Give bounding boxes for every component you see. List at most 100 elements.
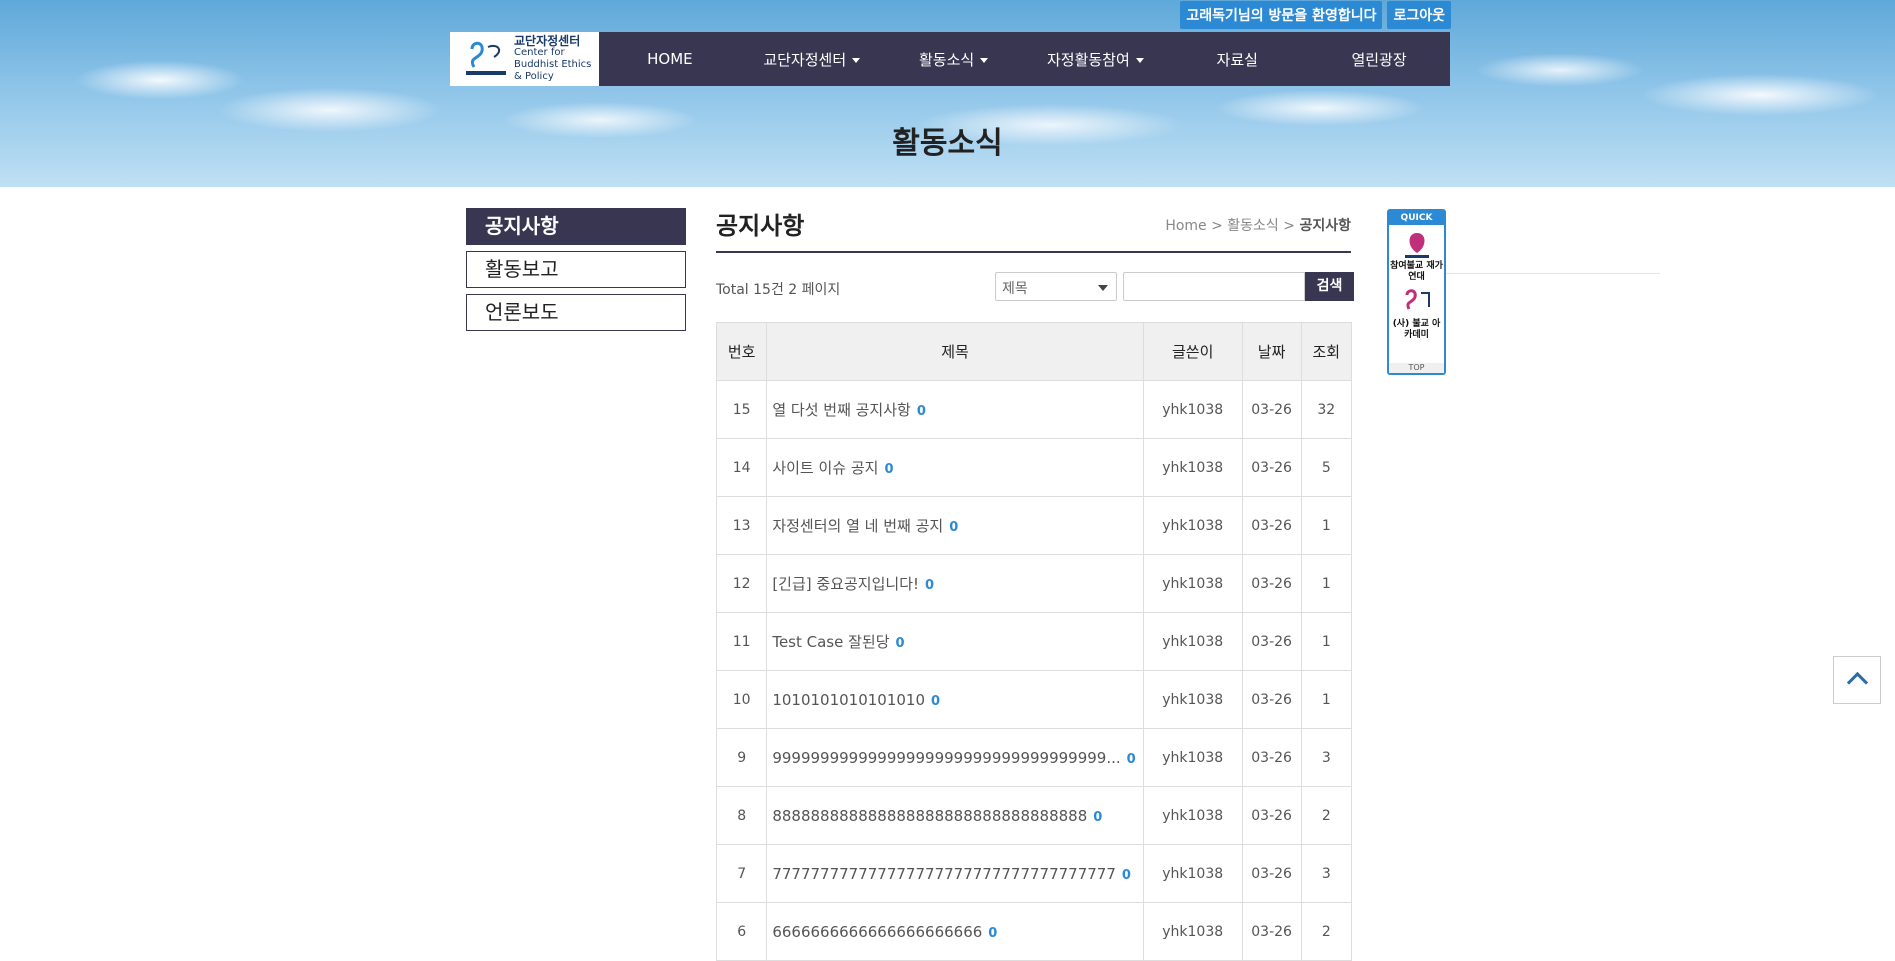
nav-label: HOME <box>647 50 693 68</box>
cell-author: yhk1038 <box>1142 496 1243 555</box>
quick-link-2[interactable]: (사) 불교 아카데미 <box>1389 319 1444 341</box>
chevron-down-icon <box>980 57 989 63</box>
search-button[interactable]: 검색 <box>1305 272 1354 301</box>
comment-count: 0 <box>1126 751 1136 767</box>
breadcrumb-home[interactable]: Home <box>1165 218 1206 234</box>
post-title-link[interactable]: 888888888888888888888888888888888 <box>772 807 1087 825</box>
cell-date: 03-26 <box>1241 670 1302 729</box>
cell-no: 14 <box>715 438 768 497</box>
cell-author: yhk1038 <box>1142 612 1243 671</box>
logo-emblem-icon <box>464 39 508 79</box>
cell-views: 1 <box>1300 670 1353 729</box>
comment-count: 0 <box>988 925 998 941</box>
cell-author: yhk1038 <box>1142 786 1243 845</box>
nav-item-center[interactable]: 교단자정센터 <box>741 49 883 70</box>
post-title-link[interactable]: 6666666666666666666666 <box>772 923 982 941</box>
sidebar-item-press[interactable]: 언론보도 <box>466 294 686 331</box>
page-hero-title: 활동소식 <box>892 126 1003 161</box>
post-title-link[interactable]: 사이트 이슈 공지 <box>772 459 878 477</box>
site-logo[interactable]: 교단자정센터 Center for Buddhist Ethics & Poli… <box>450 32 599 86</box>
cell-no: 6 <box>715 902 768 961</box>
table-row: 7 777777777777777777777777777777777777 0 yh… <box>715 844 1353 903</box>
logo-title: 교단자정센터 <box>514 34 581 48</box>
comment-count: 0 <box>925 578 935 593</box>
post-title-link[interactable]: 99999999999999999999999999999999999... <box>772 749 1120 767</box>
breadcrumb-section[interactable]: 활동소식 <box>1227 218 1279 234</box>
post-title-link[interactable]: Test Case 잘된당 <box>772 633 889 651</box>
welcome-badge: 고래독기님의 방문을 환영합니다 <box>1180 1 1383 29</box>
scroll-top-button[interactable] <box>1833 656 1881 704</box>
chevron-down-icon <box>1135 57 1144 63</box>
cell-date: 03-26 <box>1241 496 1302 555</box>
table-row: 8 888888888888888888888888888888888 0 yhk10… <box>715 786 1353 845</box>
nav-item-participate[interactable]: 자정활동참여 <box>1024 49 1166 70</box>
nav-label: 활동소식 <box>918 50 975 69</box>
table-row: 6 6666666666666666666666 0 yhk1038 03-26 2 <box>715 902 1353 961</box>
post-title-link[interactable]: 자정센터의 열 네 번째 공지 <box>772 517 943 535</box>
comment-count: 0 <box>916 404 926 419</box>
cell-views: 1 <box>1300 612 1353 671</box>
post-title-link[interactable]: 777777777777777777777777777777777777 <box>772 865 1116 883</box>
sidebar: 공지사항 활동보고 언론보도 <box>466 208 686 337</box>
sidebar-item-notice[interactable]: 공지사항 <box>466 208 686 245</box>
table-row: 10 1010101010101010 0 yhk1038 03-26 1 <box>715 670 1353 729</box>
buddhist-academy-icon <box>1399 287 1435 317</box>
search-input[interactable] <box>1123 272 1305 301</box>
logo-subtitle-2: Buddhist Ethics & Policy <box>514 59 592 82</box>
cell-author: yhk1038 <box>1142 438 1243 497</box>
table-row: 12 [긴급] 중요공지입니다! 0 yhk1038 03-26 1 <box>715 554 1353 613</box>
post-title-link[interactable]: 1010101010101010 <box>772 691 925 709</box>
breadcrumb: Home > 활동소식 > 공지사항 <box>1165 218 1351 234</box>
cell-no: 12 <box>715 554 768 613</box>
cell-date: 03-26 <box>1241 902 1302 961</box>
cell-author: yhk1038 <box>1142 380 1243 439</box>
cell-subject: 1010101010101010 0 <box>766 670 1144 729</box>
comment-count: 0 <box>1093 809 1103 825</box>
cell-subject: 777777777777777777777777777777777777 0 <box>766 844 1144 903</box>
cell-date: 03-26 <box>1241 554 1302 613</box>
comment-count: 0 <box>1121 867 1131 883</box>
top-bar: 고래독기님의 방문을 환영합니다 로그아웃 <box>1180 1 1451 29</box>
nav-label: 교단자정센터 <box>763 50 847 69</box>
notice-table: 번호 제목 글쓴이 날짜 조회 15 열 다섯 번째 공지사항 0 yhk1038 03… <box>715 322 1353 961</box>
cell-author: yhk1038 <box>1142 844 1243 903</box>
sidebar-item-report[interactable]: 활동보고 <box>466 251 686 288</box>
post-title-link[interactable]: 열 다섯 번째 공지사항 <box>772 401 911 419</box>
cell-subject: [긴급] 중요공지입니다! 0 <box>766 554 1144 613</box>
lotus-emblem-icon <box>1399 229 1435 259</box>
table-row: 15 열 다섯 번째 공지사항 0 yhk1038 03-26 32 <box>715 380 1353 439</box>
cell-views: 1 <box>1300 496 1353 555</box>
logout-button[interactable]: 로그아웃 <box>1387 1 1451 29</box>
search-bar: 제목 검색 <box>995 272 1354 301</box>
main-content: 공지사항 Home > 활동소식 > 공지사항 Total 15건 2 페이지 … <box>715 206 1354 961</box>
search-field-select[interactable]: 제목 <box>995 272 1117 301</box>
cell-author: yhk1038 <box>1142 728 1243 787</box>
cell-subject: 888888888888888888888888888888888 0 <box>766 786 1144 845</box>
nav-item-news[interactable]: 활동소식 <box>883 49 1025 70</box>
title-divider <box>716 251 1351 253</box>
cell-views: 2 <box>1300 786 1353 845</box>
nav-label: 열린광장 <box>1351 50 1407 69</box>
cell-author: yhk1038 <box>1142 902 1243 961</box>
hero-banner: 활동소식 <box>0 0 1895 187</box>
cell-subject: 사이트 이슈 공지 0 <box>766 438 1144 497</box>
cell-no: 11 <box>715 612 768 671</box>
cell-date: 03-26 <box>1241 438 1302 497</box>
nav-item-home[interactable]: HOME <box>599 50 741 68</box>
comment-count: 0 <box>931 693 941 709</box>
comment-count: 0 <box>895 636 905 651</box>
table-row: 13 자정센터의 열 네 번째 공지 0 yhk1038 03-26 1 <box>715 496 1353 555</box>
main-nav: HOME 교단자정센터 활동소식 자정활동참여 자료실 열린광장 <box>599 32 1450 86</box>
quick-top-button[interactable]: TOP <box>1389 363 1444 373</box>
nav-item-forum[interactable]: 열린광장 <box>1308 49 1450 70</box>
quick-link-1[interactable]: 참여불교 재가연대 <box>1389 261 1444 283</box>
cell-date: 03-26 <box>1241 380 1302 439</box>
col-header-views: 조회 <box>1300 322 1353 381</box>
header-nav: 교단자정센터 Center for Buddhist Ethics & Poli… <box>450 32 1450 86</box>
quick-header: QUICK <box>1389 211 1444 225</box>
nav-item-archive[interactable]: 자료실 <box>1166 49 1308 70</box>
cell-no: 7 <box>715 844 768 903</box>
post-title-link[interactable]: [긴급] 중요공지입니다! <box>772 575 919 593</box>
post-count: Total 15건 2 페이지 <box>716 282 841 298</box>
search-field-value: 제목 <box>1002 281 1028 297</box>
